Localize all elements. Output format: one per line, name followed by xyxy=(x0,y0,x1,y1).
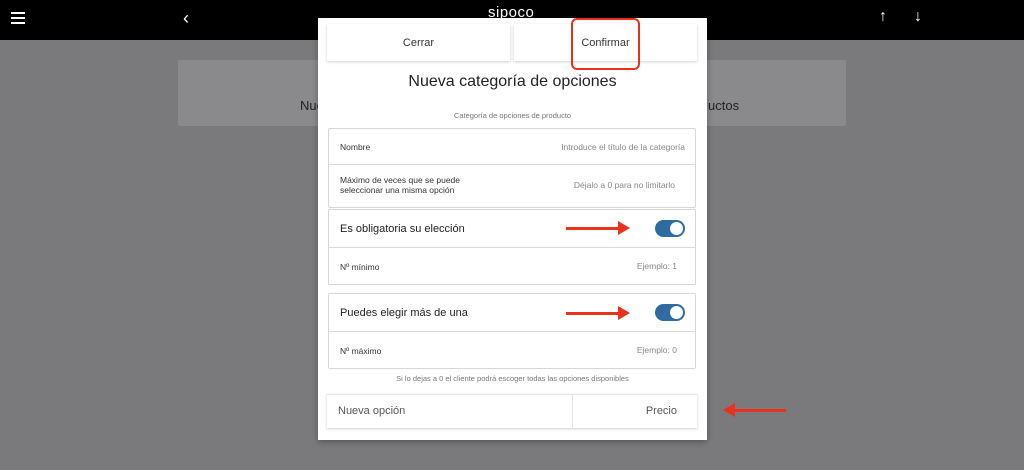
arrow-down-icon[interactable]: ↓ xyxy=(914,8,922,26)
required-toggle[interactable] xyxy=(655,220,685,237)
multiple-toggle[interactable] xyxy=(655,304,685,321)
min-input[interactable]: Ejemplo: 1 xyxy=(637,261,677,271)
back-chevron-icon[interactable]: ‹ xyxy=(183,9,189,27)
min-label: Nº mínimo xyxy=(340,262,380,272)
modal-title: Nueva categoría de opciones xyxy=(408,73,617,90)
name-label: Nombre xyxy=(340,142,371,152)
name-row[interactable]: Nombre Introduce el título de la categor… xyxy=(329,129,695,165)
price-input[interactable]: Precio xyxy=(646,405,677,417)
min-row[interactable]: Nº mínimo Ejemplo: 1 xyxy=(329,248,695,284)
hamburger-menu-icon[interactable] xyxy=(11,12,25,24)
toggle-knob xyxy=(670,306,683,319)
annotation-arrow-left-icon xyxy=(723,403,786,417)
multiple-row: Puedes elegir más de una xyxy=(329,294,695,332)
confirm-highlight-box xyxy=(571,18,640,70)
annotation-arrow-right-icon xyxy=(566,221,630,235)
max-times-input[interactable]: Déjalo a 0 para no limitarlo xyxy=(574,180,675,190)
new-option-row: Nueva opción Precio xyxy=(327,394,697,429)
field-divider xyxy=(572,395,573,429)
new-option-category-modal: Cerrar Confirmar Nueva categoría de opci… xyxy=(318,18,707,440)
annotation-arrow-right-icon xyxy=(566,306,630,320)
toggle-knob xyxy=(670,222,683,235)
max-input[interactable]: Ejemplo: 0 xyxy=(637,345,677,355)
max-times-label-line2: seleccionar una misma opción xyxy=(340,185,455,195)
category-fields-group: Nombre Introduce el título de la categor… xyxy=(328,128,696,208)
name-input[interactable]: Introduce el título de la categoría xyxy=(561,142,685,152)
max-row[interactable]: Nº máximo Ejemplo: 0 xyxy=(329,332,695,368)
modal-subtitle: Categoría de opciones de producto xyxy=(453,111,572,120)
arrow-up-icon[interactable]: ↑ xyxy=(879,8,887,26)
max-times-row[interactable]: Máximo de veces que se puede seleccionar… xyxy=(329,165,695,207)
background-text-right: uctos xyxy=(708,98,740,113)
required-row: Es obligatoria su elección xyxy=(329,210,695,248)
max-times-label-line1: Máximo de veces que se puede xyxy=(340,175,461,185)
hint-text: Si lo dejas a 0 el cliente podrá escoger… xyxy=(396,374,629,383)
multiple-group: Puedes elegir más de una Nº máximo Ejemp… xyxy=(328,293,696,369)
new-option-input[interactable]: Nueva opción xyxy=(338,405,405,417)
required-label: Es obligatoria su elección xyxy=(340,223,465,235)
close-button[interactable]: Cerrar xyxy=(327,24,510,61)
multiple-label: Puedes elegir más de una xyxy=(340,307,468,319)
max-label: Nº máximo xyxy=(340,346,382,356)
required-group: Es obligatoria su elección Nº mínimo Eje… xyxy=(328,209,696,285)
